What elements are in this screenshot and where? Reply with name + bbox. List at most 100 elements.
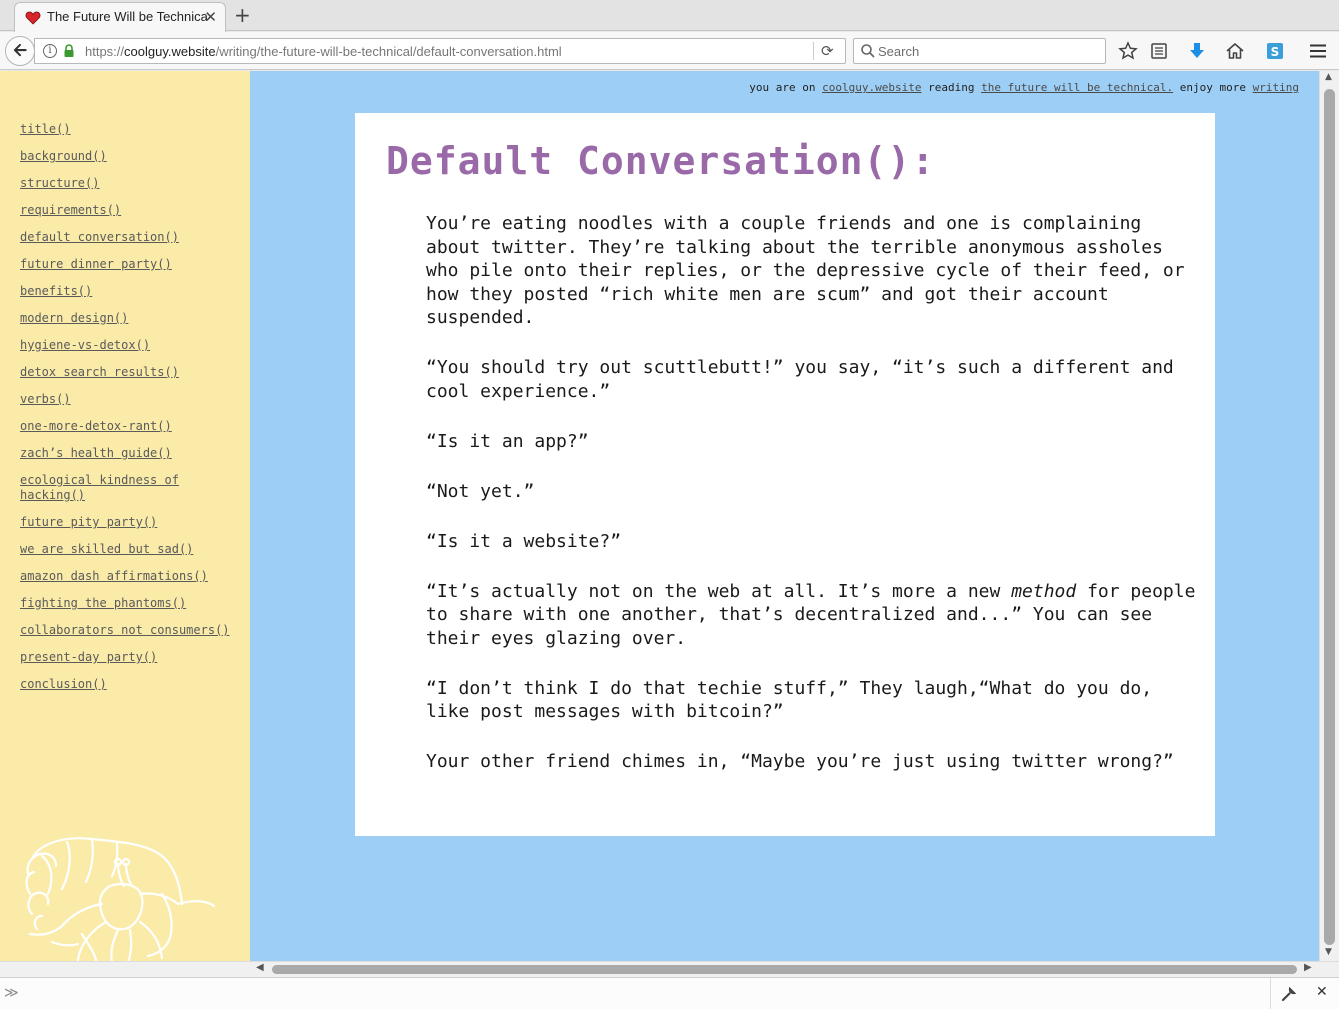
toc-item: conclusion() [20,676,230,691]
toc-link[interactable]: ecological kindness of hacking() [20,473,179,502]
toc-link[interactable]: future dinner party() [20,257,172,271]
toc-link[interactable]: detox search results() [20,365,179,379]
toc-item: future dinner party() [20,256,230,271]
toc-link[interactable]: collaborators not consumers() [20,623,230,637]
search-icon [861,44,875,58]
section-heading: Default Conversation(): [386,139,936,183]
essay-link[interactable]: the future will be technical. [981,81,1173,94]
tab-bar: The Future Will be Technical ✕ + [0,0,1339,32]
toc-item: modern design() [20,310,230,325]
toc-item: detox search results() [20,364,230,379]
section-body: You’re eating noodles with a couple frie… [426,212,1196,800]
toc-link[interactable]: structure() [20,176,99,190]
toc-link[interactable]: requirements() [20,203,121,217]
emphasis-text: method [1011,580,1077,602]
toolbar-divider [1270,978,1271,1009]
wrench-icon[interactable] [1281,986,1297,1002]
tab-close-icon[interactable]: ✕ [204,8,217,26]
toc-link[interactable]: benefits() [20,284,92,298]
back-button[interactable] [5,36,35,66]
paragraph: “Not yet.” [426,480,535,502]
breadcrumb-text-reading: reading [928,81,975,94]
reload-icon[interactable]: ⟳ [821,42,834,60]
download-icon[interactable] [1187,41,1207,61]
toc-item: we are skilled but sad() [20,541,230,556]
paragraph: “It’s actually not on the web at all. It… [426,580,1196,651]
paragraph-text: “It’s actually not on the web at all. It… [426,580,1012,602]
breadcrumb-text-you-are-on: you are on [749,81,816,94]
toc-link[interactable]: future pity party() [20,515,157,529]
site-home-link[interactable]: coolguy.website [822,81,921,94]
reading-list-icon[interactable] [1149,41,1169,61]
toc-item: benefits() [20,283,230,298]
paragraph: You’re eating noodles with a couple frie… [426,213,1185,328]
hermit-crab-illustration [25,837,216,961]
lock-icon [64,44,74,57]
developer-toolbar: ≫ ✕ [0,977,1339,1009]
toc-link[interactable]: fighting the phantoms() [20,596,186,610]
horizontal-scrollbar[interactable]: ◀ ▶ [250,961,1339,977]
toc-item: background() [20,148,230,163]
toc-item: verbs() [20,391,230,406]
hamburger-menu-icon[interactable] [1308,41,1328,61]
sidebar: title() background() structure() requiremen… [0,71,250,961]
nav-bar: i https://coolguy.website/writing/the-fu… [0,32,1339,70]
url-prefix: https:// [85,44,125,59]
toc-link[interactable]: we are skilled but sad() [20,542,193,556]
paragraph: “Is it an app?” [426,430,589,452]
url-path: /writing/the-future-will-be-technical/de… [215,44,562,59]
svg-text:S: S [1271,45,1280,59]
toc-link[interactable]: modern design() [20,311,128,325]
toc-link[interactable]: verbs() [20,392,71,406]
extension-icon[interactable]: S [1265,41,1285,61]
toc-link[interactable]: hygiene-vs-detox() [20,338,150,352]
toc-item: requirements() [20,202,230,217]
tab-title: The Future Will be Technical [47,9,207,24]
table-of-contents: title() background() structure() requiremen… [20,121,230,703]
toc-item: amazon dash affirmations() [20,568,230,583]
paragraph: “Is it a website?” [426,530,622,552]
home-icon[interactable] [1225,41,1245,61]
toc-item: zach’s health guide() [20,445,230,460]
toc-link[interactable]: amazon dash affirmations() [20,569,208,583]
browser-tab[interactable]: The Future Will be Technical ✕ [14,2,226,32]
vertical-scroll-thumb[interactable] [1324,89,1335,945]
console-prompt-icon[interactable]: ≫ [4,985,19,1001]
toc-item: ecological kindness of hacking() [20,472,230,502]
search-input[interactable]: Search [853,38,1106,64]
search-placeholder: Search [878,44,920,59]
toc-link[interactable]: present-day party() [20,650,157,664]
heart-favicon-icon [25,11,41,25]
paragraph: Your other friend chimes in, “Maybe you’… [426,751,1174,772]
toc-item: one-more-detox-rant() [20,418,230,433]
toc-item: hygiene-vs-detox() [20,337,230,352]
vertical-scrollbar[interactable]: ▲ ▼ [1319,71,1339,961]
breadcrumb-text-enjoy-more: enjoy more [1179,81,1247,94]
writing-link[interactable]: writing [1253,81,1299,94]
toc-link[interactable]: zach’s health guide() [20,446,172,460]
site-info-icon[interactable]: i [43,44,57,58]
content-card: Default Conversation(): You’re eating no… [355,113,1215,836]
paragraph: “I don’t think I do that techie stuff,” … [426,677,1153,723]
site-breadcrumb: you are on coolguy.website reading the f… [749,81,1299,94]
toc-item: structure() [20,175,230,190]
url-text[interactable]: https://coolguy.website/writing/the-futu… [85,44,562,59]
scroll-down-arrow-icon[interactable]: ▼ [1325,947,1332,957]
toc-link[interactable]: one-more-detox-rant() [20,419,172,433]
toc-item: title() [20,121,230,136]
page-viewport: title() background() structure() requiremen… [0,71,1319,961]
bookmark-star-icon[interactable] [1118,41,1138,61]
scroll-right-arrow-icon[interactable]: ▶ [1304,962,1312,973]
toc-link[interactable]: default conversation() [20,230,179,244]
toc-link[interactable]: title() [20,122,71,136]
horizontal-scroll-thumb[interactable] [272,965,1297,974]
toc-item: default conversation() [20,229,230,244]
scroll-up-arrow-icon[interactable]: ▲ [1325,72,1332,82]
url-bar[interactable]: i https://coolguy.website/writing/the-fu… [34,38,846,64]
paragraph: “You should try out scuttlebutt!” you sa… [426,357,1174,402]
close-devtools-icon[interactable]: ✕ [1316,984,1328,1000]
toc-link[interactable]: conclusion() [20,677,107,691]
toc-link[interactable]: background() [20,149,107,163]
scroll-left-arrow-icon[interactable]: ◀ [256,962,264,973]
new-tab-button[interactable]: + [234,4,251,26]
